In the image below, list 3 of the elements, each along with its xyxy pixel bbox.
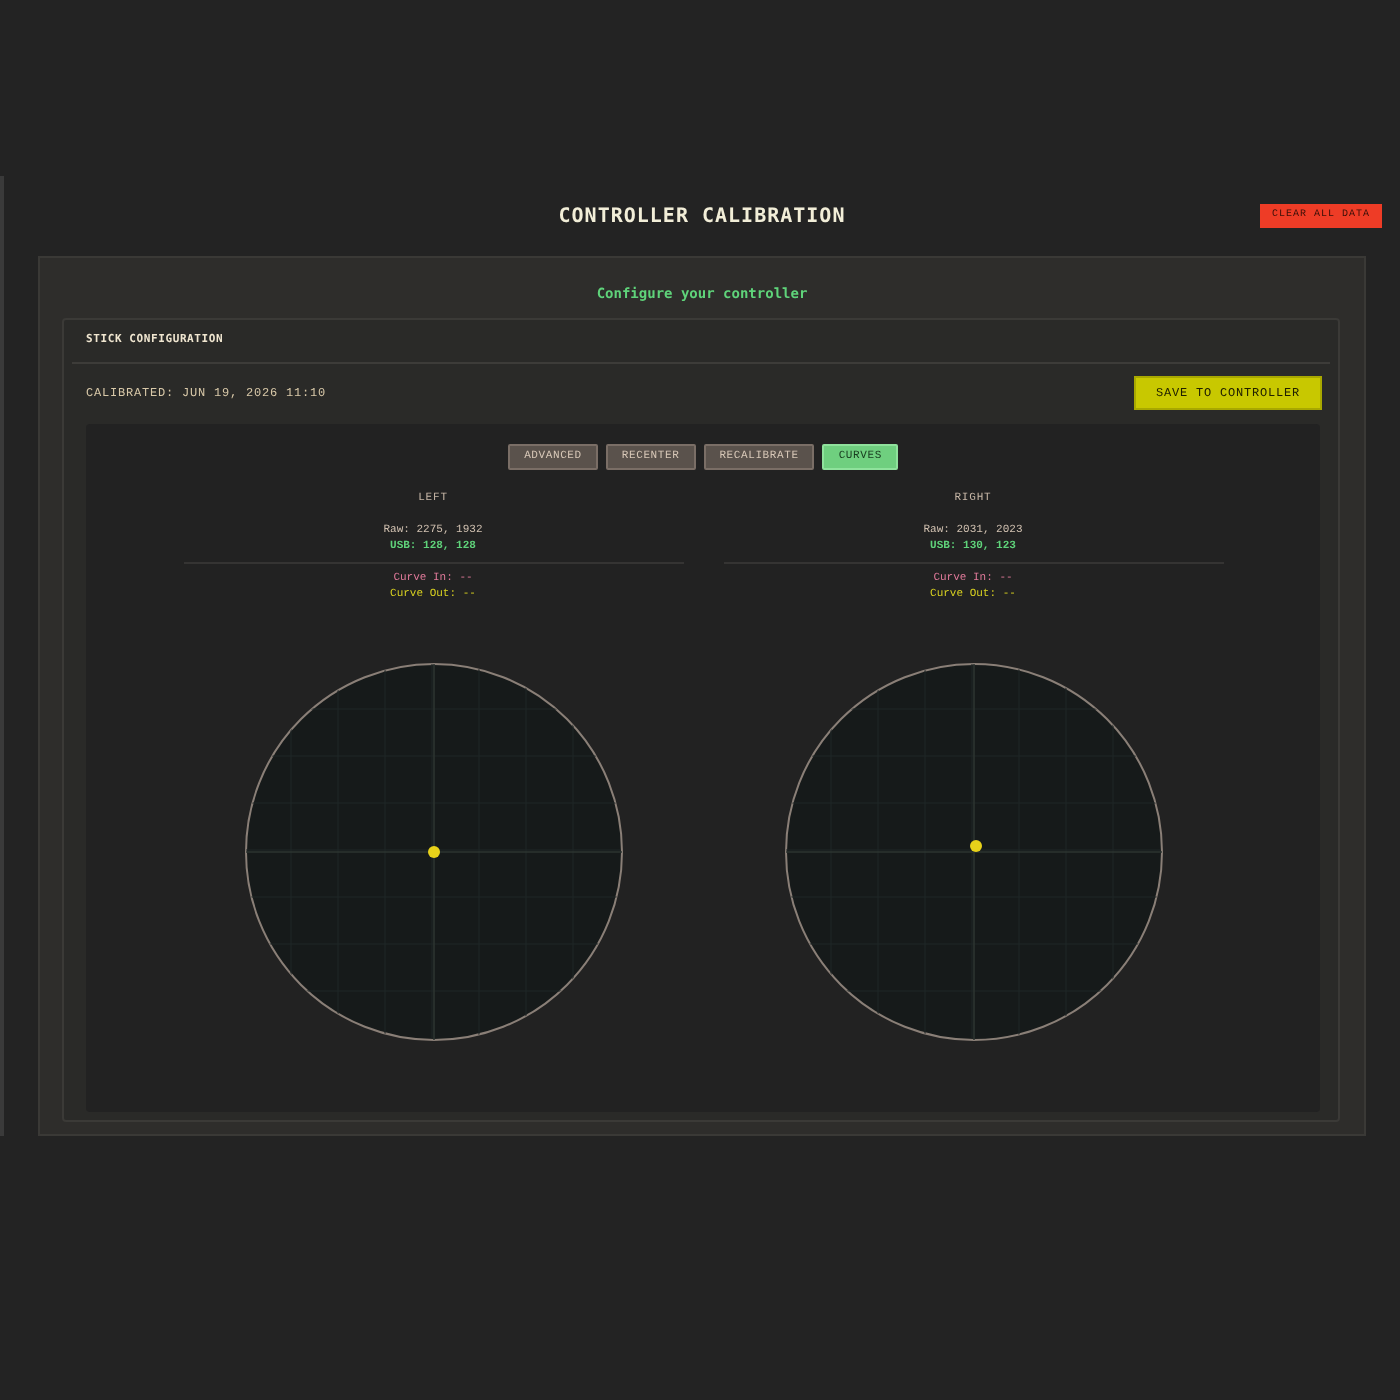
page-title: CONTROLLER CALIBRATION xyxy=(558,203,846,231)
position-dot-icon xyxy=(969,839,981,852)
position-dot-icon xyxy=(427,845,439,858)
